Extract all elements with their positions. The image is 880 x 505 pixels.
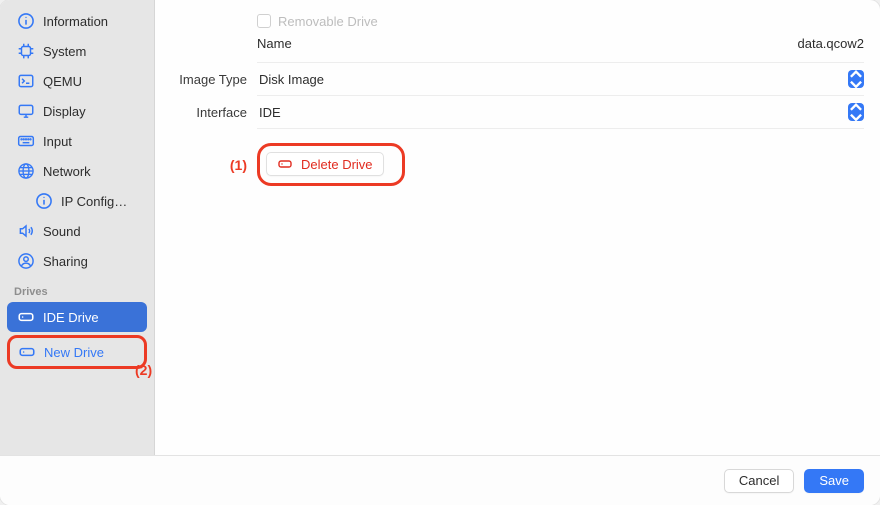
globe-icon [17,162,35,180]
terminal-icon [17,72,35,90]
drive-icon [277,156,293,172]
chip-icon [17,42,35,60]
drive-icon [17,308,35,326]
interface-label: Interface [155,105,247,120]
annotation-label-2: (2) [135,362,152,378]
save-button-label: Save [819,473,849,488]
sidebar-item-label: Information [43,14,108,29]
sidebar: Information System QEMU Display [0,0,155,455]
save-button[interactable]: Save [804,469,864,493]
chevron-updown-icon [848,103,864,121]
drives-section-header: Drives [0,276,154,302]
info-icon [17,12,35,30]
settings-window: Information System QEMU Display [0,0,880,505]
chevron-updown-icon [848,70,864,88]
sidebar-item-display[interactable]: Display [7,96,147,126]
delete-drive-label: Delete Drive [301,157,373,172]
annotation-box-2: New Drive [7,335,147,369]
info-icon [35,192,53,210]
sidebar-item-input[interactable]: Input [7,126,147,156]
removable-drive-row: Removable Drive [155,6,864,36]
sidebar-item-new-drive[interactable]: New Drive [10,339,144,365]
name-row: Name data.qcow2 [155,36,864,62]
window-body: Information System QEMU Display [0,0,880,455]
annotation-label-1: (1) [155,157,247,173]
cancel-button[interactable]: Cancel [724,469,794,493]
annotation-box-1: Delete Drive [257,143,405,186]
image-type-label: Image Type [155,72,247,87]
image-type-row: Image Type Disk Image [155,63,864,95]
sidebar-item-label: QEMU [43,74,82,89]
delete-drive-row: (1) Delete Drive [155,143,864,186]
sidebar-item-label: IDE Drive [43,310,99,325]
sidebar-item-qemu[interactable]: QEMU [7,66,147,96]
footer: Cancel Save [0,455,880,505]
sidebar-item-network[interactable]: Network [7,156,147,186]
name-value: data.qcow2 [798,36,865,51]
sidebar-item-label: Input [43,134,72,149]
sidebar-item-label: Sharing [43,254,88,269]
divider [257,128,864,129]
main-panel: Removable Drive Name data.qcow2 Image Ty… [155,0,880,455]
sidebar-item-sound[interactable]: Sound [7,216,147,246]
person-circle-icon [17,252,35,270]
sidebar-item-label: IP Config… [61,194,127,209]
sidebar-item-label: Network [43,164,91,179]
removable-drive-checkbox[interactable] [257,14,271,28]
sidebar-item-label: Display [43,104,86,119]
sidebar-item-ide-drive[interactable]: IDE Drive [7,302,147,332]
sidebar-item-label: System [43,44,86,59]
sidebar-item-information[interactable]: Information [7,6,147,36]
sidebar-item-sharing[interactable]: Sharing [7,246,147,276]
name-label: Name [257,36,292,51]
delete-drive-button[interactable]: Delete Drive [266,152,384,176]
interface-row: Interface IDE [155,96,864,128]
interface-value: IDE [259,105,281,120]
sidebar-item-label: New Drive [44,345,104,360]
cancel-button-label: Cancel [739,473,779,488]
image-type-select[interactable]: Disk Image [257,66,864,92]
speaker-icon [17,222,35,240]
image-type-value: Disk Image [259,72,324,87]
sidebar-item-system[interactable]: System [7,36,147,66]
keyboard-icon [17,132,35,150]
sidebar-item-label: Sound [43,224,81,239]
sidebar-item-ip-config[interactable]: IP Config… [7,186,147,216]
display-icon [17,102,35,120]
interface-select[interactable]: IDE [257,99,864,125]
removable-drive-label: Removable Drive [278,14,378,29]
drive-icon [18,343,36,361]
